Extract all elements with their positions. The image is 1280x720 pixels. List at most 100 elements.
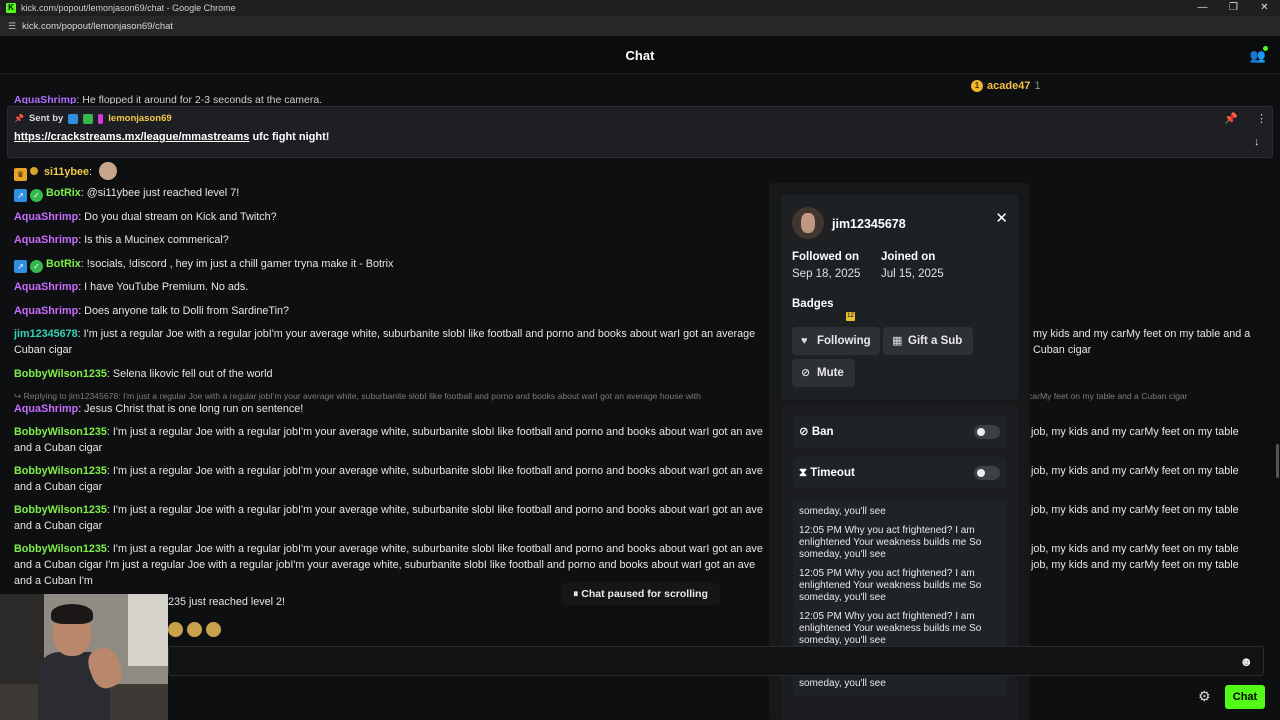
- pause-icon: ⏸: [573, 588, 579, 600]
- emote-icon: [168, 622, 183, 637]
- close-icon[interactable]: ✕: [995, 209, 1008, 227]
- user-card-panel: jim12345678 ✕ Followed on Sep 18, 2025 J…: [769, 183, 1030, 720]
- message-username[interactable]: BobbyWilson1235: [14, 504, 107, 516]
- joined-label: Joined on: [881, 251, 936, 263]
- sent-by-label: Sent by: [28, 113, 64, 124]
- message-username[interactable]: AquaShrimp: [14, 234, 78, 246]
- user-card-username[interactable]: jim12345678: [832, 217, 906, 231]
- address-bar[interactable]: ☰ kick.com/popout/lemonjason69/chat: [0, 16, 1280, 37]
- ban-icon: ⊘: [799, 426, 812, 438]
- chat-message: ↗ ✓ BotRix: !socials, !discord , hey im ju…: [14, 256, 1259, 273]
- partial-message: AquaShrimp: He flopped it around for 2-3…: [14, 94, 323, 104]
- ban-toggle[interactable]: [974, 425, 1000, 439]
- chat-message: ↗ ✓ BotRix: @si11ybee just reached level 7…: [14, 185, 1259, 202]
- page-scrollbar[interactable]: [1276, 444, 1279, 478]
- message-username[interactable]: BotRix: [46, 187, 81, 199]
- bot-badge-icon: ↗: [14, 260, 27, 273]
- chat-message: AquaShrimp: Is this a Mucinex commerical…: [14, 234, 229, 246]
- chat-message: BobbyWilson1235: Selena likovic fell out…: [14, 368, 273, 380]
- hourglass-icon: ⧗: [799, 467, 811, 479]
- gift-sub-button[interactable]: ▦ Gift a Sub: [883, 327, 973, 355]
- moderator-badge-icon: [83, 113, 94, 124]
- chat-message: BobbyWilson1235: I'm just a regular Joe …: [14, 504, 1239, 532]
- chat-input-box: ☻: [168, 646, 1264, 676]
- history-item: someday, you'll see: [799, 506, 886, 517]
- restore-button[interactable]: ❐: [1218, 0, 1249, 16]
- emote-icon: [99, 162, 118, 180]
- chat-paused-button[interactable]: ⏸ Chat paused for scrolling: [561, 583, 720, 605]
- emote-row: [168, 622, 221, 637]
- leaderboard-entry[interactable]: 1 acade47 1: [971, 80, 1041, 92]
- chat-title: Chat: [625, 48, 655, 63]
- message-username[interactable]: AquaShrimp: [14, 305, 78, 317]
- message-username[interactable]: BobbyWilson1235: [14, 368, 107, 380]
- window-controls: — ❐ ✕: [1187, 0, 1280, 16]
- message-username[interactable]: AquaShrimp: [14, 281, 78, 293]
- emote-icon: [206, 622, 221, 637]
- message-username[interactable]: BobbyWilson1235: [14, 465, 107, 477]
- chat-header: Chat 👥: [0, 37, 1280, 74]
- browser-title-bar: K kick.com/popout/lemonjason69/chat - Go…: [0, 0, 1280, 16]
- following-button[interactable]: ♥ Following: [792, 327, 880, 355]
- pinned-link[interactable]: https://crackstreams.mx/league/mmastream…: [14, 131, 249, 143]
- site-info-icon[interactable]: ☰: [2, 21, 22, 32]
- ban-label: Ban: [811, 426, 834, 438]
- chat-message: BobbyWilson1235: I'm just a regular Joe …: [14, 465, 1239, 493]
- rank-badge: 1: [971, 80, 983, 92]
- message-username[interactable]: AquaShrimp: [14, 94, 76, 104]
- timeout-row: ⧗ Timeout: [793, 457, 1006, 489]
- emoji-icon[interactable]: ☻: [1239, 654, 1253, 669]
- timeout-toggle[interactable]: [974, 466, 1000, 480]
- mute-button[interactable]: ⊘ Mute: [792, 359, 855, 387]
- emote-icon: [187, 622, 202, 637]
- pinned-text: https://crackstreams.mx/league/mmastream…: [14, 131, 330, 143]
- bot-badge-icon: ↗: [14, 189, 27, 202]
- followed-label: Followed on: [792, 251, 860, 263]
- crown-badge-icon: ♛: [14, 168, 27, 181]
- user-profile-card: jim12345678 ✕ Followed on Sep 18, 2025 J…: [781, 195, 1018, 400]
- close-window-button[interactable]: ✕: [1249, 0, 1280, 16]
- heart-icon: ♥: [801, 335, 808, 347]
- gear-icon[interactable]: ⚙: [1198, 688, 1211, 705]
- webcam-overlay: [0, 594, 168, 720]
- arrow-down-icon[interactable]: ↓: [1254, 136, 1260, 148]
- history-item: 12:05 PM Why you act frightened? I am en…: [799, 568, 982, 603]
- timeout-label: Timeout: [810, 467, 855, 479]
- message-username[interactable]: AquaShrimp: [14, 403, 78, 415]
- followed-value: Sep 18, 2025: [792, 268, 861, 280]
- window-title: kick.com/popout/lemonjason69/chat - Goog…: [21, 3, 236, 13]
- message-username[interactable]: BobbyWilson1235: [14, 543, 107, 555]
- ban-row: ⊘ Ban: [793, 416, 1006, 448]
- chat-message: ♛ si11ybee:: [14, 162, 1259, 181]
- address-url[interactable]: kick.com/popout/lemonjason69/chat: [22, 21, 173, 32]
- more-options-icon[interactable]: ⋮: [1256, 112, 1267, 125]
- kick-logo-icon: K: [6, 3, 16, 13]
- chat-message: AquaShrimp: Do you dual stream on Kick a…: [14, 211, 277, 223]
- mic-badge-icon: [98, 113, 104, 124]
- leaderboard-user[interactable]: acade47: [987, 80, 1030, 92]
- minimize-button[interactable]: —: [1187, 0, 1218, 16]
- pinned-message: 📌 Sent by lemonjason69 https://crackstre…: [7, 106, 1273, 158]
- pin-icon: 📌: [14, 114, 24, 123]
- avatar[interactable]: [792, 207, 824, 239]
- history-item: 12:05 PM Why you act frightened? I am en…: [799, 525, 982, 560]
- verified-badge-icon: ✓: [30, 189, 43, 202]
- chat-message: jim12345678: I'm just a regular Joe with…: [14, 328, 1251, 356]
- message-username[interactable]: si11ybee: [44, 166, 89, 178]
- badge-icon: 12: [846, 312, 855, 321]
- chat-message: AquaShrimp: Does anyone talk to Dolli fr…: [14, 305, 290, 317]
- coin-badge-icon: [30, 167, 38, 175]
- gift-icon: ▦: [892, 335, 903, 347]
- unpin-icon[interactable]: 📌: [1224, 112, 1238, 125]
- chat-message: AquaShrimp: I have YouTube Premium. No a…: [14, 281, 249, 293]
- message-username[interactable]: AquaShrimp: [14, 211, 78, 223]
- users-icon[interactable]: 👥: [1250, 37, 1268, 74]
- message-username[interactable]: jim12345678: [14, 328, 78, 340]
- broadcaster-badge-icon: [68, 113, 79, 124]
- chat-send-button[interactable]: Chat: [1225, 685, 1265, 709]
- pinned-username[interactable]: lemonjason69: [108, 113, 171, 124]
- chat-input[interactable]: [169, 647, 1263, 675]
- history-item: 12:05 PM Why you act frightened? I am en…: [799, 611, 982, 646]
- message-username[interactable]: BobbyWilson1235: [14, 426, 107, 438]
- message-username[interactable]: BotRix: [46, 258, 81, 270]
